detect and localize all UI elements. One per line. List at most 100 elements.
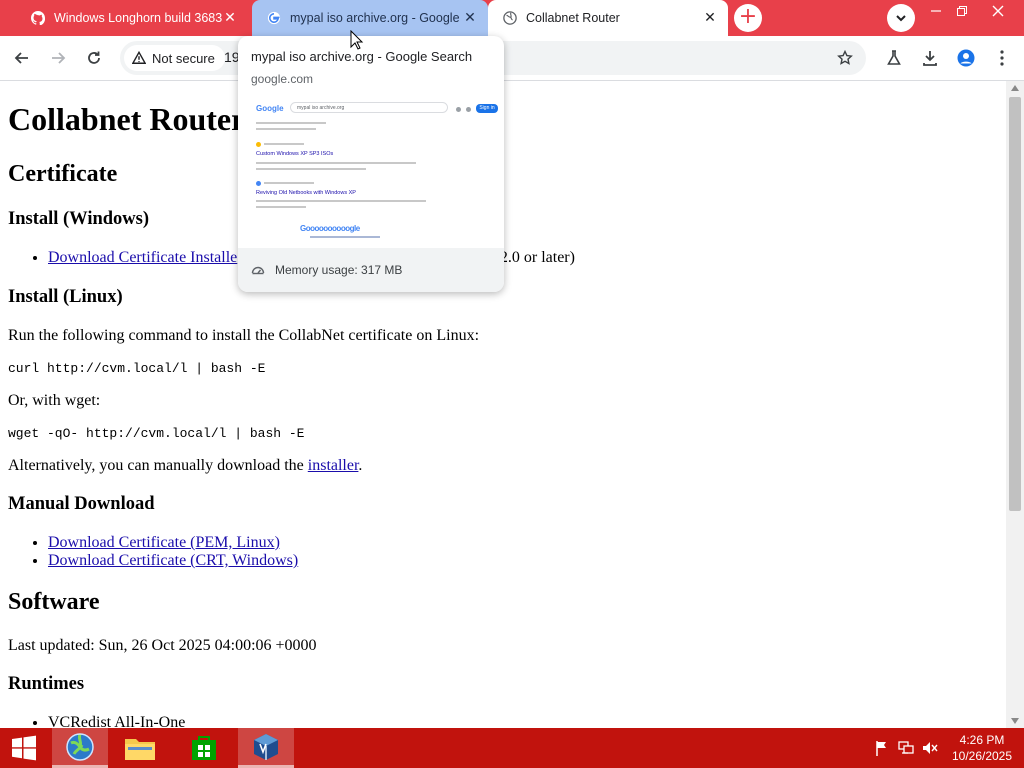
runtimes-list: VCRedist All-In-One — [8, 714, 185, 728]
install-windows-heading: Install (Windows) — [8, 209, 150, 229]
install-windows-list: Download Certificate Installe work 2.0 o… — [8, 249, 575, 267]
network-tray[interactable] — [896, 728, 916, 768]
preview-text-line — [264, 182, 314, 184]
clock-time: 4:26 PM — [959, 733, 1005, 747]
list-item: Download Certificate Installe work 2.0 o… — [48, 249, 575, 267]
vertical-scrollbar[interactable] — [1006, 81, 1024, 728]
close-icon — [992, 5, 1004, 17]
memory-gauge-icon — [251, 266, 265, 275]
linux-intro: Run the following command to install the… — [8, 327, 480, 344]
store-icon — [192, 736, 216, 760]
scroll-up-arrow-icon[interactable] — [1011, 85, 1019, 91]
close-icon[interactable]: ✕ — [462, 10, 478, 26]
tab-strip: Windows Longhorn build 3683 ✕ mypal iso … — [0, 0, 1024, 36]
close-icon[interactable]: ✕ — [222, 10, 238, 26]
or-wget-text: Or, with wget: — [8, 392, 101, 409]
close-icon[interactable]: ✕ — [702, 10, 718, 26]
new-tab-button[interactable]: + — [734, 4, 762, 32]
runtime-item: VCRedist All-In-One — [48, 714, 186, 728]
tab-google-search[interactable]: mypal iso archive.org - Google S ✕ — [252, 0, 488, 36]
download-installer-link[interactable]: Download Certificate Installe — [48, 249, 237, 266]
security-chip[interactable]: Not secure — [124, 45, 225, 71]
volume-muted-icon — [923, 742, 938, 754]
alternative-suffix: . — [358, 457, 363, 474]
preview-settings-icon — [466, 107, 471, 112]
avatar-icon — [957, 49, 975, 67]
download-pem-link[interactable]: Download Certificate (PEM, Linux) — [48, 534, 280, 551]
network-icon — [898, 741, 914, 754]
preview-footer-logo: Goooooooooogle — [300, 224, 360, 233]
profile-button[interactable] — [954, 46, 978, 70]
preview-text-line — [264, 143, 304, 145]
list-item: Download Certificate (CRT, Windows) — [48, 552, 298, 570]
google-icon — [266, 10, 282, 26]
download-crt-link[interactable]: Download Certificate (CRT, Windows) — [48, 552, 298, 569]
preview-search-box: mypal iso archive.org — [290, 102, 448, 113]
hover-card-domain: google.com — [251, 72, 314, 86]
preview-result-link: Reviving Old Netbooks with Windows XP — [256, 190, 356, 196]
warning-icon — [132, 51, 146, 64]
taskbar-browser[interactable] — [52, 728, 108, 768]
taskbar-clock[interactable]: 4:26 PM 10/26/2025 — [944, 732, 1020, 764]
preview-text-line — [256, 168, 366, 170]
downloads-button[interactable] — [918, 46, 942, 70]
clock-date: 10/26/2025 — [951, 749, 1013, 763]
restore-icon — [957, 6, 967, 16]
github-icon — [30, 10, 46, 26]
forward-button[interactable] — [46, 46, 70, 70]
windows-logo-icon — [12, 735, 36, 761]
tab-windows-longhorn[interactable]: Windows Longhorn build 3683 ✕ — [16, 0, 248, 36]
action-center-flag[interactable] — [872, 728, 892, 768]
preview-text-line — [256, 128, 316, 130]
menu-button[interactable] — [990, 46, 1014, 70]
tab-title: Collabnet Router — [526, 11, 620, 25]
globe-icon — [502, 10, 518, 26]
close-window-button[interactable] — [982, 0, 1014, 22]
manual-download-heading: Manual Download — [8, 494, 155, 514]
preview-google-logo: Google — [256, 104, 284, 113]
preview-text-line — [256, 200, 426, 202]
virtualbox-icon — [254, 733, 278, 760]
wget-command: wget -qO- http://cvm.local/l | bash -E — [8, 426, 305, 441]
flask-icon — [887, 50, 901, 65]
preview-text-line — [256, 206, 306, 208]
labs-button[interactable] — [882, 46, 906, 70]
reload-button[interactable] — [82, 46, 106, 70]
preview-favicon-icon — [256, 142, 261, 147]
browser-icon — [66, 732, 94, 761]
mouse-cursor-icon — [350, 30, 364, 50]
flag-icon — [876, 741, 886, 756]
tab-hover-card: mypal iso archive.org - Google Search go… — [238, 36, 504, 292]
back-button[interactable] — [10, 46, 34, 70]
installer-link[interactable]: installer — [308, 457, 359, 474]
taskbar-virtualbox[interactable] — [238, 728, 294, 768]
file-explorer-icon — [125, 739, 155, 760]
hover-card-title: mypal iso archive.org - Google Search — [251, 49, 473, 64]
forward-arrow-icon — [52, 52, 66, 64]
runtimes-heading: Runtimes — [8, 674, 85, 694]
software-heading: Software — [8, 589, 100, 615]
scrollbar-thumb[interactable] — [1009, 97, 1021, 511]
scroll-down-arrow-icon[interactable] — [1011, 718, 1019, 724]
bookmark-star-button[interactable] — [834, 47, 856, 69]
reload-icon — [88, 51, 100, 64]
tab-title: mypal iso archive.org - Google S — [290, 11, 462, 25]
preview-text-line — [256, 162, 416, 164]
star-icon — [837, 50, 853, 65]
tab-collabnet-router[interactable]: Collabnet Router ✕ — [488, 0, 728, 36]
tab-search-button[interactable] — [887, 4, 915, 32]
taskbar-store[interactable] — [176, 728, 232, 768]
hover-card-footer: Memory usage: 317 MB — [238, 248, 504, 292]
more-vertical-icon — [1000, 50, 1004, 66]
manual-download-list: Download Certificate (PEM, Linux) Downlo… — [8, 534, 298, 570]
list-item: VCRedist All-In-One — [48, 714, 185, 728]
taskbar-file-explorer[interactable] — [112, 728, 168, 768]
download-icon — [923, 51, 937, 66]
restore-button[interactable] — [946, 0, 978, 22]
preview-favicon-icon — [256, 181, 261, 186]
certificate-heading: Certificate — [8, 161, 118, 187]
preview-text-line — [256, 122, 326, 124]
last-updated-text: Last updated: Sun, 26 Oct 2025 04:00:06 … — [8, 637, 317, 654]
volume-tray[interactable] — [920, 728, 940, 768]
start-button[interactable] — [0, 728, 48, 768]
